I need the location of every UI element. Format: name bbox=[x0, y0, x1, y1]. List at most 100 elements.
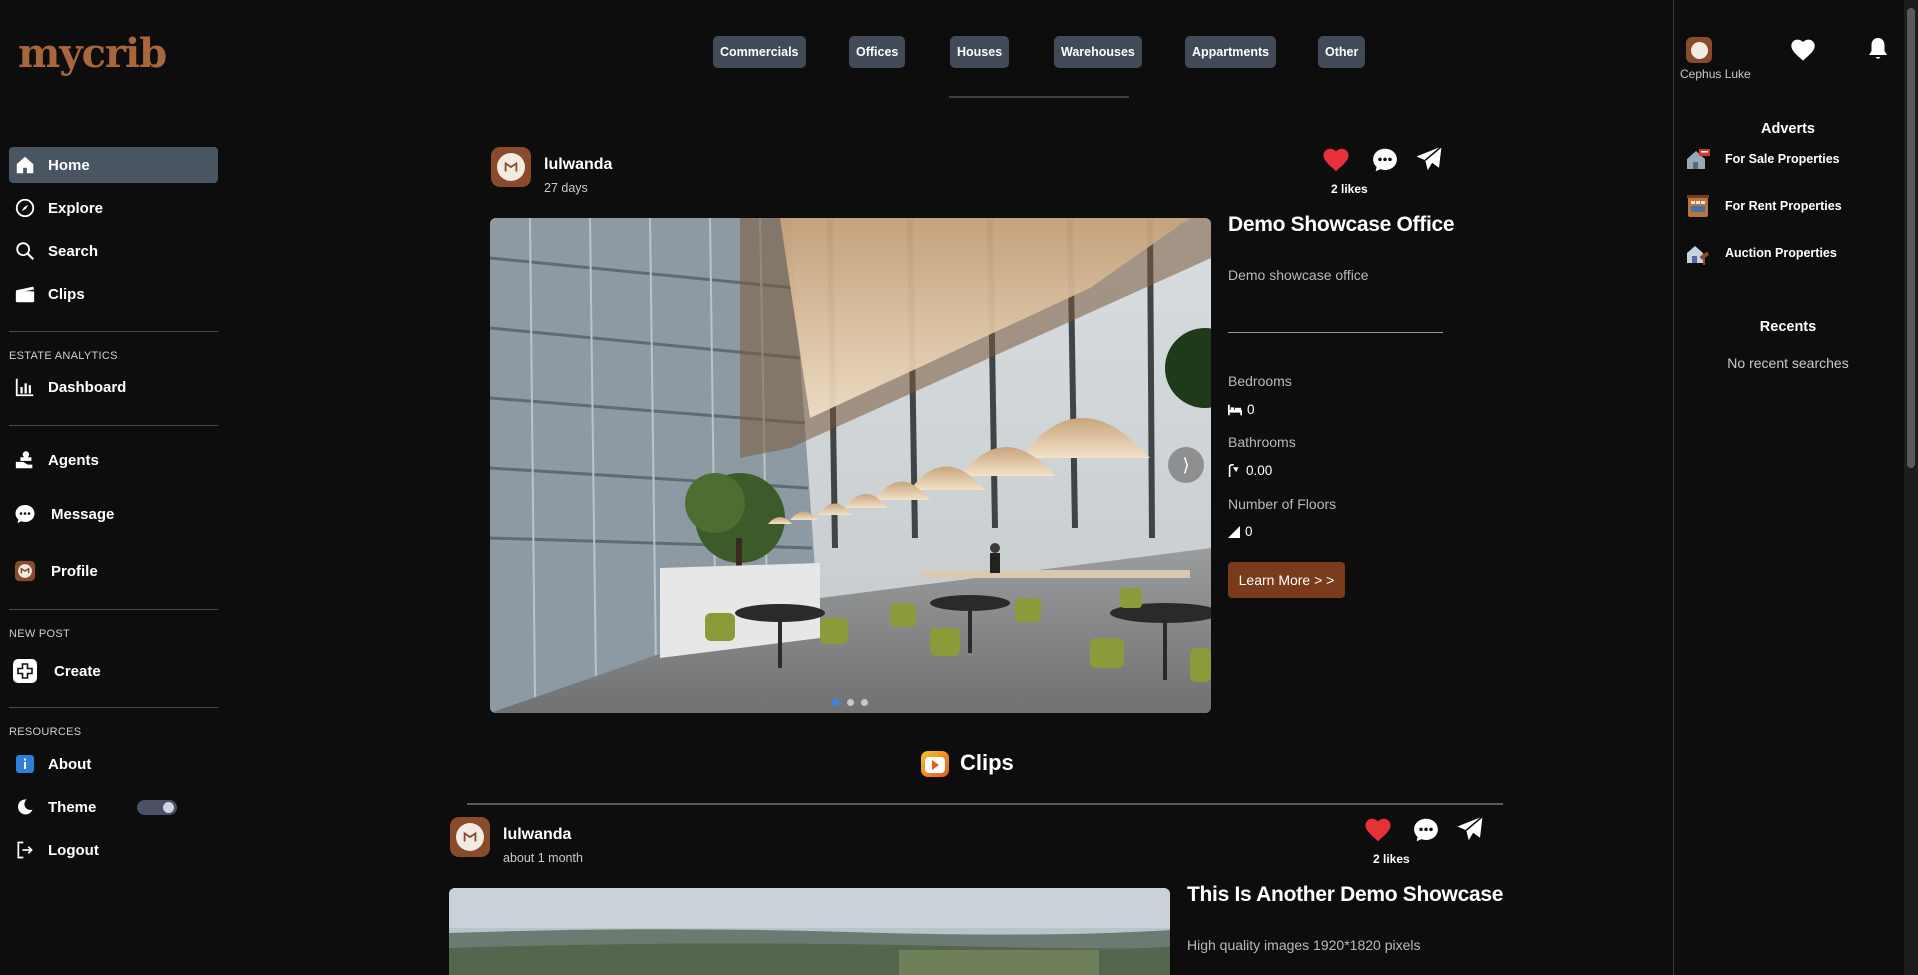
search-icon bbox=[12, 238, 38, 264]
comment-icon[interactable] bbox=[1411, 815, 1441, 850]
category-other[interactable]: Other bbox=[1318, 36, 1366, 68]
sidebar-item-message[interactable]: Message bbox=[9, 496, 218, 532]
sidebar-item-agents[interactable]: Agents bbox=[9, 442, 218, 478]
carousel-dot[interactable] bbox=[847, 699, 854, 706]
bathrooms-label: Bathrooms bbox=[1228, 434, 1296, 450]
bathrooms-value: 0.00 bbox=[1228, 463, 1272, 478]
post-time: 27 days bbox=[544, 181, 588, 195]
sidebar-item-logout[interactable]: Logout bbox=[9, 832, 218, 868]
section-heading-new-post: NEW POST bbox=[9, 628, 71, 640]
category-appartments[interactable]: Appartments bbox=[1185, 36, 1277, 68]
learn-more-button[interactable]: Learn More > > bbox=[1228, 562, 1345, 598]
advert-for-sale[interactable]: For Sale Properties bbox=[1685, 145, 1840, 173]
sidebar-divider bbox=[9, 609, 218, 610]
post-photo-office-interior[interactable] bbox=[490, 218, 1211, 713]
sidebar-item-label: Profile bbox=[51, 562, 98, 580]
home-icon bbox=[12, 152, 38, 178]
post-title: This Is Another Demo Showcase bbox=[1187, 883, 1504, 906]
sidebar-divider bbox=[9, 425, 218, 426]
sidebar-divider bbox=[9, 331, 218, 332]
office-interior-illustration bbox=[490, 218, 1211, 713]
scrollbar-thumb[interactable] bbox=[1907, 8, 1915, 468]
clips-label: Clips bbox=[960, 750, 1014, 775]
post-avatar[interactable] bbox=[450, 817, 490, 857]
user-avatar[interactable] bbox=[1686, 37, 1712, 63]
for-sale-house-icon bbox=[1687, 149, 1710, 169]
avatar-logo-icon bbox=[497, 153, 525, 181]
page-scrollbar[interactable] bbox=[1904, 0, 1918, 975]
sidebar-item-search[interactable]: Search bbox=[9, 233, 218, 269]
category-warehouses[interactable]: Warehouses bbox=[1054, 36, 1142, 68]
post-photo-landscape[interactable] bbox=[449, 888, 1170, 975]
sidebar-item-home[interactable]: Home bbox=[9, 147, 218, 183]
bedrooms-label: Bedrooms bbox=[1228, 373, 1292, 389]
post-username[interactable]: lulwanda bbox=[503, 826, 571, 844]
sidebar-item-label: Logout bbox=[48, 841, 99, 859]
stairs-icon bbox=[1228, 525, 1240, 538]
advert-label: For Sale Properties bbox=[1725, 152, 1840, 166]
moon-icon bbox=[12, 794, 38, 820]
sidebar-item-create[interactable]: Create bbox=[9, 653, 218, 689]
advert-label: Auction Properties bbox=[1725, 246, 1837, 260]
clips-section-header[interactable]: Clips bbox=[920, 748, 1014, 778]
share-send-icon[interactable] bbox=[1414, 144, 1444, 179]
carousel-dot[interactable] bbox=[861, 699, 868, 706]
share-send-icon[interactable] bbox=[1455, 814, 1485, 849]
comment-icon[interactable] bbox=[1370, 145, 1400, 180]
recents-empty-message: No recent searches bbox=[1727, 355, 1849, 371]
left-sidebar: mycrib Home Explore Search Clips ESTATE … bbox=[0, 0, 226, 975]
favorites-heart-icon[interactable] bbox=[1789, 36, 1817, 67]
clapperboard-icon bbox=[12, 281, 38, 307]
sidebar-item-label: Create bbox=[54, 662, 101, 680]
heart-icon[interactable] bbox=[1321, 145, 1351, 180]
toggle-knob bbox=[163, 802, 174, 813]
post-description: High quality images 1920*1820 pixels bbox=[1187, 937, 1421, 953]
like-count: 2 likes bbox=[1373, 852, 1410, 866]
adverts-heading: Adverts bbox=[1761, 121, 1815, 137]
notification-bell-icon[interactable] bbox=[1866, 36, 1890, 67]
current-username[interactable]: Cephus Luke bbox=[1680, 67, 1751, 81]
heart-icon[interactable] bbox=[1363, 815, 1393, 850]
sidebar-item-label: Agents bbox=[48, 451, 99, 469]
advert-for-rent[interactable]: For Rent Properties bbox=[1685, 192, 1842, 220]
category-offices[interactable]: Offices bbox=[849, 36, 906, 68]
recents-heading: Recents bbox=[1759, 319, 1817, 335]
bedrooms-count: 0 bbox=[1247, 402, 1255, 417]
sidebar-item-explore[interactable]: Explore bbox=[9, 190, 218, 226]
advert-auction[interactable]: Auction Properties bbox=[1685, 239, 1837, 267]
theme-toggle[interactable] bbox=[137, 800, 177, 815]
like-count: 2 likes bbox=[1331, 182, 1368, 196]
info-icon bbox=[12, 751, 38, 777]
sidebar-item-label: Dashboard bbox=[48, 378, 127, 396]
sidebar-item-dashboard[interactable]: Dashboard bbox=[9, 369, 218, 405]
bedrooms-value: 0 bbox=[1228, 402, 1255, 417]
clips-divider bbox=[467, 803, 1503, 805]
category-commercials[interactable]: Commercials bbox=[713, 36, 806, 68]
brand-logo[interactable]: mycrib bbox=[18, 30, 167, 77]
floors-count: 0 bbox=[1245, 524, 1253, 539]
sidebar-item-label: Theme bbox=[48, 798, 97, 816]
bed-icon bbox=[1228, 404, 1242, 415]
sidebar-item-label: About bbox=[48, 755, 92, 773]
avatar-logo-icon bbox=[1690, 41, 1708, 59]
post-avatar[interactable] bbox=[491, 147, 531, 187]
advert-label: For Rent Properties bbox=[1725, 199, 1842, 213]
sidebar-item-theme[interactable]: Theme bbox=[9, 789, 218, 825]
shower-icon bbox=[1228, 464, 1239, 477]
post-time: about 1 month bbox=[503, 851, 583, 865]
category-houses[interactable]: Houses bbox=[950, 36, 1010, 68]
post-title: Demo Showcase Office bbox=[1228, 213, 1455, 236]
sidebar-item-about[interactable]: About bbox=[9, 746, 218, 782]
carousel-dot[interactable] bbox=[832, 699, 839, 706]
sidebar-item-label: Home bbox=[48, 156, 90, 174]
logout-icon bbox=[12, 837, 38, 863]
sidebar-item-label: Explore bbox=[48, 199, 104, 217]
post-username[interactable]: lulwanda bbox=[544, 156, 612, 174]
sidebar-item-profile[interactable]: Profile bbox=[9, 553, 218, 589]
sidebar-item-clips[interactable]: Clips bbox=[9, 276, 218, 312]
carousel-next-button[interactable]: ⟩ bbox=[1168, 447, 1204, 483]
sidebar-item-label: Clips bbox=[48, 285, 85, 303]
compass-icon bbox=[12, 195, 38, 221]
create-plus-icon bbox=[12, 658, 38, 684]
chat-bubble-icon bbox=[12, 501, 38, 527]
